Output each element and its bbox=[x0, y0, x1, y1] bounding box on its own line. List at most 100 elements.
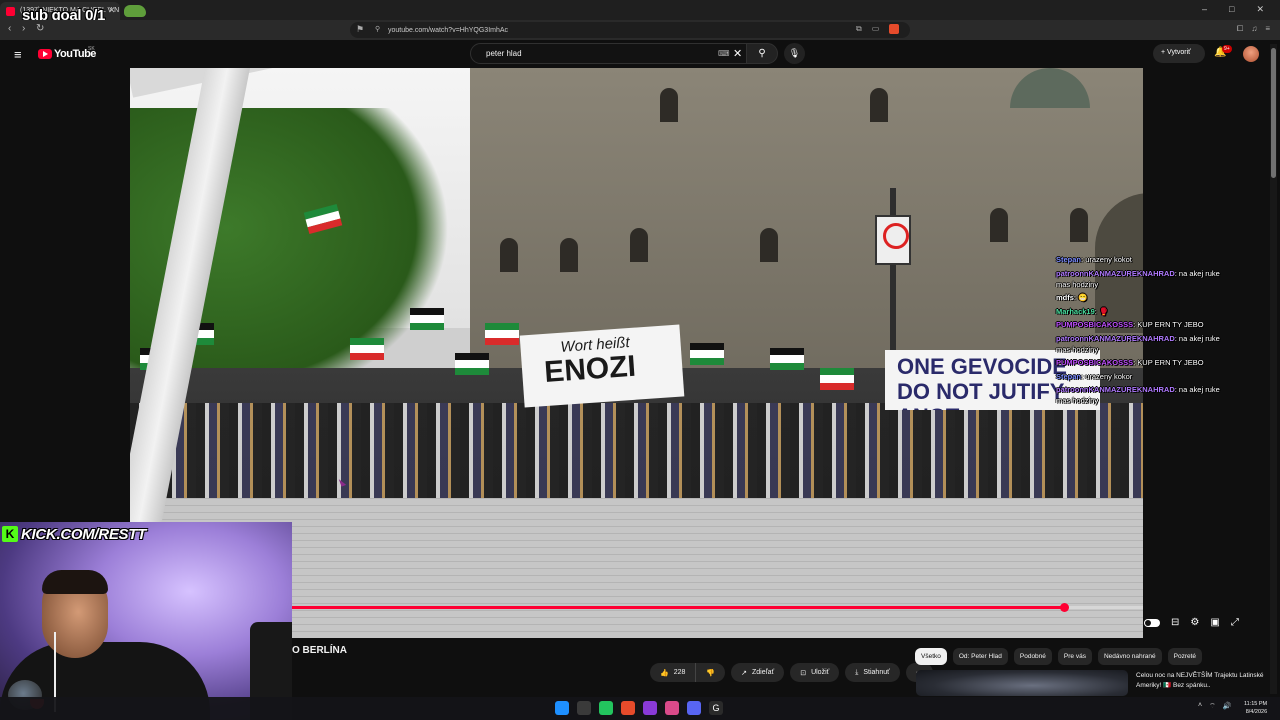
like-dislike-group: 👍 228 👎 bbox=[650, 663, 726, 682]
site-info-icon[interactable]: ⚲ bbox=[375, 25, 380, 33]
flag bbox=[690, 343, 724, 365]
brave-browser-icon[interactable] bbox=[621, 701, 635, 715]
thumbs-up-icon: 👍 bbox=[660, 669, 669, 677]
twitch-icon[interactable] bbox=[643, 701, 657, 715]
cathedral-dome bbox=[1010, 68, 1090, 108]
back-icon[interactable]: ‹ bbox=[8, 23, 11, 34]
taskbar-clock[interactable]: 11:15 PM 8/4/2026 bbox=[1244, 700, 1267, 716]
like-button[interactable]: 👍 228 bbox=[650, 663, 697, 682]
fullscreen-icon[interactable]: ⤢ bbox=[1231, 617, 1239, 628]
dislike-button[interactable]: 👎 bbox=[696, 663, 726, 682]
recommended-thumbnail[interactable] bbox=[916, 670, 1128, 696]
close-window-button[interactable]: ✕ bbox=[1256, 4, 1264, 15]
youtube-favicon-icon bbox=[6, 7, 15, 16]
screen: (1397) NIEKTO MA CHCEL V N ✕ – □ ✕ sub g… bbox=[0, 0, 1280, 720]
tab-close-icon[interactable]: ✕ bbox=[108, 5, 116, 16]
windows-taskbar: G ˄ ⌔ 🔊 11:15 PM 8/4/2026 bbox=[0, 697, 1280, 720]
create-button[interactable]: + Vytvoriť bbox=[1153, 44, 1205, 63]
search-query[interactable]: peter hlad bbox=[486, 49, 522, 58]
download-button[interactable]: ⤓ Stiahnuť bbox=[845, 663, 900, 682]
subtitles-icon[interactable]: ⊟ bbox=[1171, 617, 1179, 628]
task-view-icon[interactable] bbox=[577, 701, 591, 715]
search-button[interactable]: ⚲ bbox=[746, 43, 778, 64]
volume-icon[interactable]: 🔊 bbox=[1223, 702, 1232, 711]
streamer-webcam bbox=[0, 522, 292, 720]
brave-shield-icon[interactable] bbox=[889, 24, 900, 34]
cathedral-window bbox=[500, 238, 518, 272]
windows-start-icon[interactable] bbox=[555, 701, 569, 715]
chat-username[interactable]: PUMPOSBICAKOSSS bbox=[1056, 320, 1133, 329]
chat-text: urazeny kokor bbox=[1085, 371, 1133, 381]
chat-username[interactable]: Stepan bbox=[1056, 255, 1081, 264]
player-controls-right: ⊟ ⚙ ▣ ⤢ bbox=[1144, 617, 1239, 628]
scrubber-handle[interactable] bbox=[1059, 603, 1069, 612]
filter-chip[interactable]: Všetko bbox=[915, 648, 947, 665]
app-icon[interactable] bbox=[665, 701, 679, 715]
like-count: 228 bbox=[673, 669, 686, 676]
cathedral-window bbox=[990, 208, 1008, 242]
banner-left-big-text: ENOZI bbox=[543, 349, 637, 389]
tray-chevron-icon[interactable]: ˄ bbox=[1198, 702, 1202, 711]
progress-bar[interactable] bbox=[292, 603, 1143, 612]
miniplayer-icon[interactable]: ▣ bbox=[1210, 617, 1219, 628]
flag bbox=[485, 323, 519, 345]
browser-menu-icon[interactable]: ≡ bbox=[1265, 24, 1270, 34]
filter-chip[interactable]: Pozreté bbox=[1167, 648, 1203, 665]
clear-search-icon[interactable]: ✕ bbox=[733, 47, 742, 60]
chat-overlay: Stepan: urazeny kokot patroonnKANMAZUREKN… bbox=[1056, 254, 1226, 409]
scrollbar-thumb[interactable] bbox=[1271, 48, 1276, 178]
chat-message: PUMPOSBICAKOSSS: KUP ERN TY JEBO bbox=[1056, 319, 1226, 330]
chat-username[interactable]: mdfs bbox=[1056, 293, 1074, 302]
autoplay-toggle[interactable] bbox=[1144, 618, 1160, 627]
obs-icon[interactable] bbox=[599, 701, 613, 715]
extensions-icon[interactable]: ⧠ bbox=[1237, 24, 1243, 34]
recommended-title[interactable]: Celou noc na NEJVĚTŠÍM Trajektu Latinské… bbox=[1136, 671, 1266, 691]
create-label: Vytvoriť bbox=[1167, 49, 1191, 56]
chat-username[interactable]: Stepan bbox=[1056, 372, 1081, 381]
filter-chip[interactable]: Pre vás bbox=[1057, 648, 1092, 665]
chat-username[interactable]: patroonnKANMAZUREKNAHRAD bbox=[1056, 269, 1175, 278]
kick-channel-tag: K KICK.COM/RESTT bbox=[0, 524, 152, 544]
chat-text: urazeny kokot bbox=[1085, 255, 1132, 264]
forward-icon[interactable]: › bbox=[22, 23, 25, 34]
chat-username[interactable]: patroonnKANMAZUREKNAHRAD bbox=[1056, 334, 1175, 343]
chat-message: patroonnKANMAZUREKNAHRAD: na akej ruke m… bbox=[1056, 384, 1226, 406]
chat-message: Marhack19: 🥊 bbox=[1056, 306, 1226, 317]
discord-icon[interactable] bbox=[687, 701, 701, 715]
reload-icon[interactable]: ↻ bbox=[36, 23, 44, 34]
bookmark-save-icon: ⊡ bbox=[800, 669, 807, 677]
filter-chip[interactable]: Podobné bbox=[1013, 648, 1052, 665]
extension-icons: ⧉ ▭ bbox=[856, 24, 900, 34]
flag bbox=[410, 308, 444, 330]
share-button[interactable]: ↗ Zdieľať bbox=[731, 663, 785, 682]
voice-search-icon[interactable]: 🎙 bbox=[784, 43, 805, 64]
chat-username[interactable]: Marhack19 bbox=[1056, 307, 1095, 316]
save-button[interactable]: ⊡ Uložiť bbox=[790, 663, 840, 682]
system-tray: ˄ ⌔ 🔊 bbox=[1198, 702, 1231, 711]
media-icon[interactable]: ♫ bbox=[1251, 24, 1257, 34]
maximize-button[interactable]: □ bbox=[1229, 4, 1234, 15]
kick-handle: KICK.COM/RESTT bbox=[21, 525, 146, 543]
flag bbox=[455, 353, 489, 375]
chat-message: patroonnKANMAZUREKNAHRAD: na akej ruke m… bbox=[1056, 268, 1226, 290]
chat-username[interactable]: PUMPOSBICAKOSSS bbox=[1056, 358, 1133, 367]
video-title: O BERLÍNA bbox=[292, 645, 347, 656]
video-actions: 👍 228 👎 ↗ Zdieľať ⊡ Uložiť ⤓ Stiahnuť ··… bbox=[650, 663, 933, 682]
hamburger-menu-icon[interactable]: ≡ bbox=[14, 47, 22, 62]
filter-chip[interactable]: Od: Peter Hlad bbox=[952, 648, 1008, 665]
keyboard-icon[interactable]: ⌨ bbox=[718, 49, 730, 58]
youtube-logo-icon[interactable] bbox=[38, 49, 52, 59]
cathedral-window bbox=[760, 228, 778, 262]
steam-icon[interactable]: G bbox=[709, 701, 723, 715]
wifi-icon[interactable]: ⌔ bbox=[1209, 702, 1216, 711]
bookmark-icon[interactable]: ⚑ bbox=[356, 24, 364, 35]
settings-icon[interactable]: ⚙ bbox=[1190, 617, 1199, 628]
window-controls: – □ ✕ bbox=[1202, 4, 1264, 15]
chat-text: KUP ERN TY JEBO bbox=[1137, 358, 1204, 367]
minimize-button[interactable]: – bbox=[1202, 4, 1207, 15]
chat-username[interactable]: patroonnKANMAZUREKNAHRAD bbox=[1056, 385, 1175, 394]
translate-icon[interactable]: ⧉ bbox=[856, 24, 862, 34]
account-avatar[interactable] bbox=[1243, 46, 1259, 62]
reader-icon[interactable]: ▭ bbox=[872, 24, 880, 34]
filter-chip[interactable]: Nedávno nahrané bbox=[1097, 648, 1162, 665]
